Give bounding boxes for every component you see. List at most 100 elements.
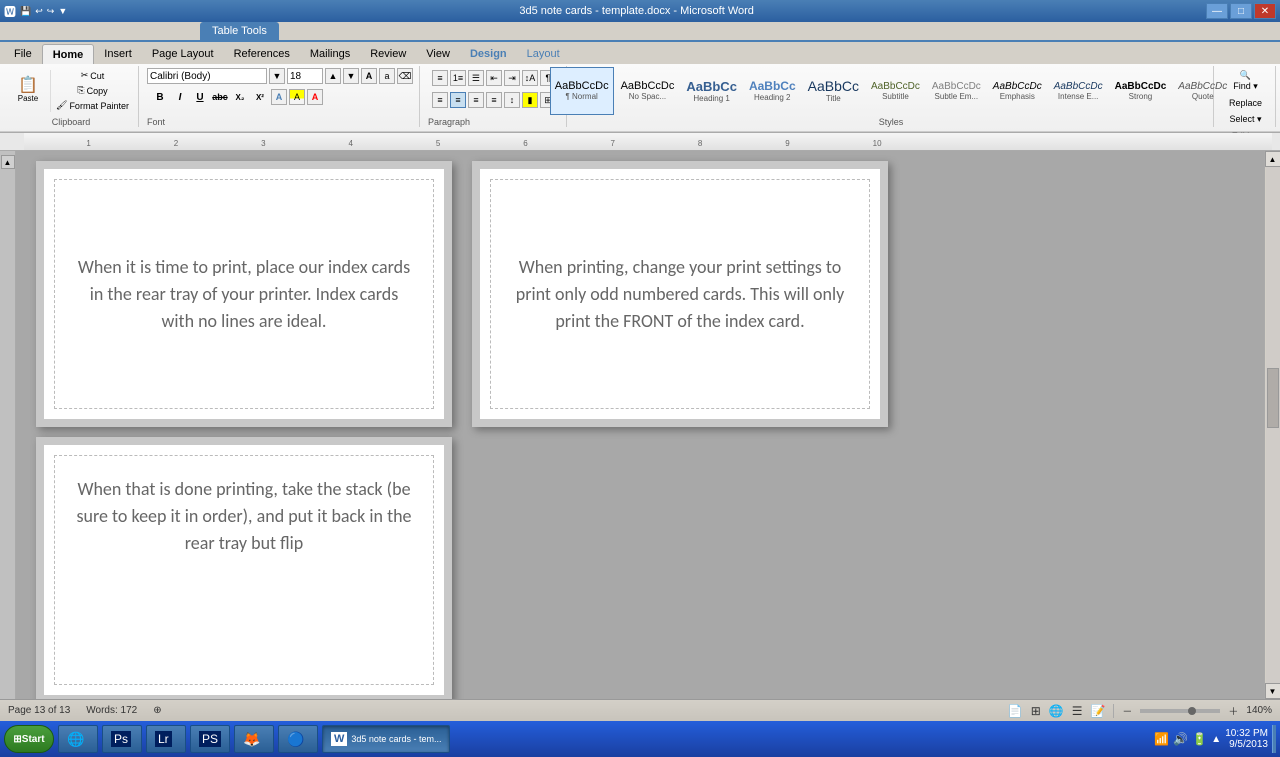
style-subtitle-label: Subtitle bbox=[882, 92, 909, 101]
ribbon-tab-insert[interactable]: Insert bbox=[94, 44, 142, 64]
font-size-down[interactable]: ▼ bbox=[343, 68, 359, 84]
view-print-icon[interactable]: 📄 bbox=[1008, 704, 1023, 718]
format-painter-button[interactable]: 🖌Format Painter bbox=[53, 99, 132, 113]
increase-indent-btn[interactable]: ⇥ bbox=[504, 70, 520, 86]
font-family-row: ▼ ▲ ▼ A a ⌫ bbox=[147, 68, 413, 84]
minimize-button[interactable]: — bbox=[1206, 3, 1228, 19]
taskbar-item-ps2[interactable]: PS bbox=[190, 725, 230, 753]
font-size-up[interactable]: ▲ bbox=[325, 68, 341, 84]
shading-btn[interactable]: ▮ bbox=[522, 92, 538, 108]
lr-icon: Lr bbox=[155, 731, 172, 747]
taskbar-item-ps[interactable]: Ps bbox=[102, 725, 142, 753]
replace-label: Replace bbox=[1229, 98, 1262, 108]
style-no-space[interactable]: AaBbCcDc No Spac... bbox=[616, 67, 680, 115]
cut-button[interactable]: ✂Cut bbox=[53, 69, 132, 83]
scrollbar-thumb[interactable] bbox=[1267, 368, 1279, 428]
view-draft-icon[interactable]: 📝 bbox=[1090, 704, 1105, 718]
multilevel-btn[interactable]: ☰ bbox=[468, 70, 484, 86]
ribbon-tab-file[interactable]: File bbox=[4, 44, 42, 64]
subscript-button[interactable]: X₂ bbox=[231, 88, 249, 106]
ribbon-tab-layout[interactable]: Layout bbox=[517, 44, 570, 64]
bullets-btn[interactable]: ≡ bbox=[432, 70, 448, 86]
ie-icon: 🌐 bbox=[67, 731, 84, 748]
taskbar-item-lr[interactable]: Lr bbox=[146, 725, 186, 753]
start-button[interactable]: ⊞ Start bbox=[4, 725, 54, 753]
ribbon-tab-home[interactable]: Home bbox=[42, 44, 95, 64]
scrollbar-track[interactable] bbox=[1266, 167, 1280, 683]
word-taskbar-label: 3d5 note cards - tem... bbox=[351, 734, 441, 744]
ribbon-tab-pagelayout[interactable]: Page Layout bbox=[142, 44, 224, 64]
style-heading2[interactable]: AaBbCc Heading 2 bbox=[744, 67, 801, 115]
close-button[interactable]: ✕ bbox=[1254, 3, 1276, 19]
style-strong[interactable]: AaBbCcDc Strong bbox=[1110, 67, 1172, 115]
scroll-down-btn[interactable]: ▼ bbox=[1265, 683, 1280, 699]
ribbon-tab-mailings[interactable]: Mailings bbox=[300, 44, 360, 64]
card-page-2[interactable]: When printing, change your print setting… bbox=[480, 169, 880, 419]
systray-volume-icon: 🔊 bbox=[1173, 732, 1188, 746]
replace-button[interactable]: Replace bbox=[1226, 96, 1265, 110]
font-grow-btn[interactable]: A bbox=[361, 68, 377, 84]
taskbar-item-ie[interactable]: 🌐 bbox=[58, 725, 98, 753]
select-button[interactable]: Select ▾ bbox=[1226, 112, 1265, 127]
font-color-btn[interactable]: A bbox=[307, 89, 323, 105]
italic-button[interactable]: I bbox=[171, 88, 189, 106]
font-family-dropdown[interactable]: ▼ bbox=[269, 68, 285, 84]
card-page-1[interactable]: When it is time to print, place our inde… bbox=[44, 169, 444, 419]
strikethrough-button[interactable]: abc bbox=[211, 88, 229, 106]
view-fullscreen-icon[interactable]: ⊞ bbox=[1031, 704, 1041, 718]
zoom-out-btn[interactable]: － bbox=[1122, 703, 1132, 718]
align-center-btn[interactable]: ≡ bbox=[450, 92, 466, 108]
taskbar-item-chrome[interactable]: 🔵 bbox=[278, 725, 318, 753]
style-subtitle[interactable]: AaBbCcDc Subtitle bbox=[866, 67, 925, 115]
view-web-icon[interactable]: 🌐 bbox=[1049, 704, 1064, 718]
style-normal[interactable]: AaBbCcDc ¶ Normal bbox=[550, 67, 614, 115]
show-desktop-btn[interactable] bbox=[1272, 725, 1276, 753]
style-emphasis[interactable]: AaBbCcDc Emphasis bbox=[988, 67, 1047, 115]
document-area[interactable]: When it is time to print, place our inde… bbox=[16, 151, 1264, 699]
align-left-btn[interactable]: ≡ bbox=[432, 92, 448, 108]
numbering-btn[interactable]: 1≡ bbox=[450, 70, 466, 86]
clear-format-btn[interactable]: ⌫ bbox=[397, 68, 413, 84]
quick-access-redo[interactable]: ↪ bbox=[47, 6, 55, 17]
ribbon-tab-references[interactable]: References bbox=[224, 44, 300, 64]
scroll-up-btn[interactable]: ▲ bbox=[1265, 151, 1280, 167]
find-button[interactable]: 🔍 Find ▾ bbox=[1226, 68, 1265, 94]
bold-button[interactable]: B bbox=[151, 88, 169, 106]
systray-more-icon[interactable]: ▲ bbox=[1211, 734, 1221, 745]
text-effects-btn[interactable]: A bbox=[271, 89, 287, 105]
style-subtle-em[interactable]: AaBbCcDc Subtle Em... bbox=[927, 67, 986, 115]
zoom-in-btn[interactable]: ＋ bbox=[1228, 703, 1238, 718]
clock-time: 10:32 PM bbox=[1225, 728, 1268, 739]
ribbon-tab-design[interactable]: Design bbox=[460, 44, 517, 64]
font-family-input[interactable] bbox=[147, 68, 267, 84]
align-right-btn[interactable]: ≡ bbox=[468, 92, 484, 108]
quick-access-save[interactable]: 💾 bbox=[20, 6, 31, 17]
taskbar-item-word[interactable]: W 3d5 note cards - tem... bbox=[322, 725, 450, 753]
decrease-indent-btn[interactable]: ⇤ bbox=[486, 70, 502, 86]
ribbon-tab-review[interactable]: Review bbox=[360, 44, 416, 64]
quick-access-undo[interactable]: ↩ bbox=[35, 6, 43, 17]
highlight-btn[interactable]: A bbox=[289, 89, 305, 105]
font-shrink-btn[interactable]: a bbox=[379, 68, 395, 84]
font-size-input[interactable] bbox=[287, 68, 323, 84]
quick-access-more[interactable]: ▼ bbox=[58, 6, 67, 16]
maximize-button[interactable]: □ bbox=[1230, 3, 1252, 19]
left-panel-btn[interactable]: ▲ bbox=[1, 155, 15, 169]
justify-btn[interactable]: ≡ bbox=[486, 92, 502, 108]
paste-button[interactable]: 📋 Paste bbox=[10, 70, 46, 112]
zoom-level[interactable]: 140% bbox=[1246, 705, 1272, 716]
zoom-slider[interactable] bbox=[1140, 709, 1220, 713]
underline-button[interactable]: U bbox=[191, 88, 209, 106]
line-spacing-btn[interactable]: ↕ bbox=[504, 92, 520, 108]
taskbar-item-ff[interactable]: 🦊 bbox=[234, 725, 274, 753]
title-bar-left: 🆆 💾 ↩ ↪ ▼ bbox=[4, 3, 67, 20]
card-page-3[interactable]: When that is done printing, take the sta… bbox=[44, 445, 444, 695]
superscript-button[interactable]: X² bbox=[251, 88, 269, 106]
style-intense-em[interactable]: AaBbCcDc Intense E... bbox=[1049, 67, 1108, 115]
view-outline-icon[interactable]: ☰ bbox=[1072, 704, 1083, 718]
copy-button[interactable]: ⎘Copy bbox=[53, 84, 132, 98]
style-title[interactable]: AaBbCc Title bbox=[803, 67, 864, 115]
ribbon-tab-view[interactable]: View bbox=[416, 44, 460, 64]
style-heading1[interactable]: AaBbCc Heading 1 bbox=[681, 67, 742, 115]
sort-btn[interactable]: ↕A bbox=[522, 70, 538, 86]
